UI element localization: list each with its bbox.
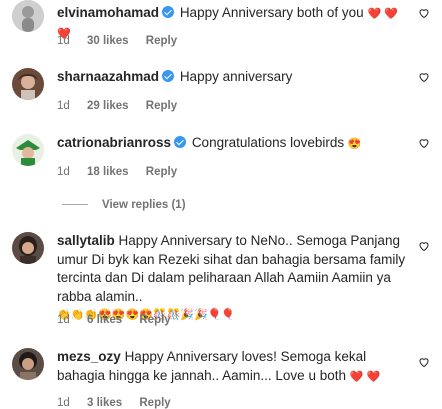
comment-body: sallytalib Happy Anniversary to NeNo.. S… [57, 232, 407, 324]
comment-body: mezs_ozy Happy Anniversary loves! Semoga… [57, 348, 407, 386]
likes-count[interactable]: 29 likes [87, 100, 129, 112]
reply-button[interactable]: Reply [139, 314, 170, 326]
heart-outline-icon[interactable] [418, 71, 430, 83]
comment-text: Happy anniversary [179, 69, 293, 84]
avatar[interactable] [12, 68, 44, 100]
comment-body: sharnaazahmad Happy anniversary [57, 68, 412, 87]
comment-item: mezs_ozy Happy Anniversary loves! Semoga… [0, 344, 442, 409]
comment-item: catrionabrianross Congratulations lovebi… [0, 130, 442, 212]
comment-text: Happy Anniversary both of you [179, 5, 364, 20]
username[interactable]: mezs_ozy [57, 349, 121, 364]
comment-meta: 1d 3 likes Reply [57, 397, 185, 409]
verified-badge-icon [162, 70, 175, 82]
username[interactable]: elvinamohamad [57, 5, 159, 20]
comment-text: Congratulations lovebirds [191, 135, 345, 150]
likes-count[interactable]: 6 likes [87, 314, 122, 326]
username[interactable]: sallytalib [57, 233, 115, 248]
comment-meta: 1d 6 likes Reply [57, 314, 185, 326]
comment-meta: 1d 29 likes Reply [57, 100, 191, 112]
avatar[interactable] [12, 0, 44, 32]
comment-item: elvinamohamad Happy Anniversary both of … [0, 0, 442, 54]
timestamp: 1d [57, 314, 70, 326]
comment-item: sharnaazahmad Happy anniversary 1d 29 li… [0, 64, 442, 118]
likes-count[interactable]: 18 likes [87, 166, 129, 178]
likes-count[interactable]: 30 likes [87, 35, 129, 47]
timestamp: 1d [57, 166, 70, 178]
emoji-text: 😍 [347, 138, 362, 150]
emoji-text: ❤️ ❤️ [349, 370, 381, 383]
divider [62, 204, 88, 206]
reply-button[interactable]: Reply [139, 397, 170, 409]
timestamp: 1d [57, 35, 70, 47]
username[interactable]: sharnaazahmad [57, 69, 159, 84]
heart-outline-icon[interactable] [418, 137, 430, 149]
comment-item: sallytalib Happy Anniversary to NeNo.. S… [0, 228, 442, 332]
reply-button[interactable]: Reply [146, 166, 177, 178]
verified-badge-icon [174, 136, 187, 148]
verified-badge-icon [162, 6, 175, 18]
timestamp: 1d [57, 100, 70, 112]
avatar[interactable] [12, 348, 44, 380]
heart-outline-icon[interactable] [418, 7, 430, 19]
avatar[interactable] [12, 134, 44, 166]
username[interactable]: catrionabrianross [57, 135, 171, 150]
comment-meta: 1d 18 likes Reply [57, 166, 191, 178]
heart-outline-icon[interactable] [418, 240, 430, 252]
heart-outline-icon[interactable] [418, 356, 430, 368]
reply-button[interactable]: Reply [146, 100, 177, 112]
view-replies-button[interactable]: View replies (1) [62, 199, 186, 211]
comment-body: catrionabrianross Congratulations lovebi… [57, 134, 412, 154]
reply-button[interactable]: Reply [146, 35, 177, 47]
timestamp: 1d [57, 397, 70, 409]
likes-count[interactable]: 3 likes [87, 397, 122, 409]
avatar[interactable] [12, 232, 44, 264]
view-replies-label: View replies (1) [102, 199, 186, 211]
comment-meta: 1d 30 likes Reply [57, 35, 191, 47]
